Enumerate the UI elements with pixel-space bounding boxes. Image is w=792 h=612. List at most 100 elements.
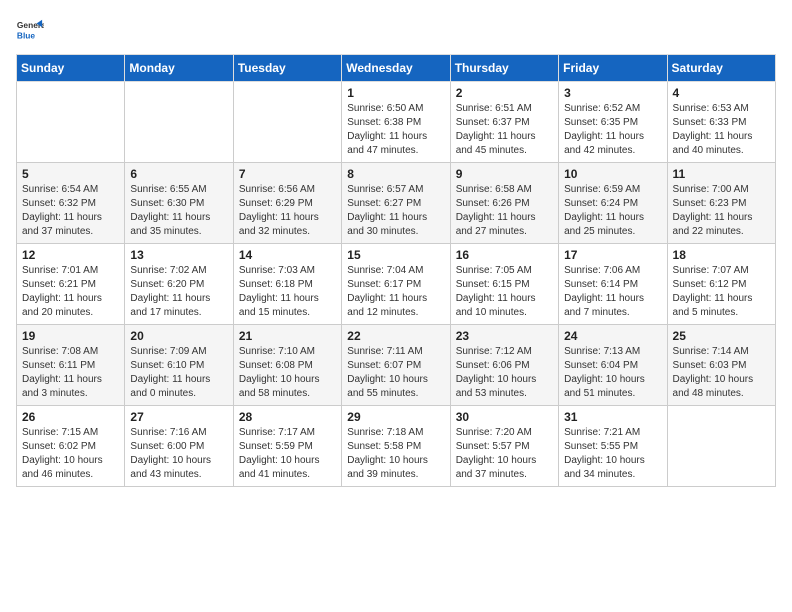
calendar-week-row: 26Sunrise: 7:15 AM Sunset: 6:02 PM Dayli… [17, 406, 776, 487]
day-info: Sunrise: 7:21 AM Sunset: 5:55 PM Dayligh… [564, 426, 661, 482]
day-info: Sunrise: 6:55 AM Sunset: 6:30 PM Dayligh… [130, 183, 227, 239]
calendar-cell: 5 Sunrise: 6:54 AM Sunset: 6:32 PM Daylig… [17, 163, 125, 244]
day-number: 11 [673, 167, 770, 181]
day-number: 6 [130, 167, 227, 181]
day-number: 13 [130, 248, 227, 262]
svg-text:Blue: Blue [17, 30, 35, 40]
day-number: 23 [456, 329, 553, 343]
day-info: Sunrise: 7:16 AM Sunset: 6:00 PM Dayligh… [130, 426, 227, 482]
calendar-week-row: 1 Sunrise: 6:50 AM Sunset: 6:38 PM Daylig… [17, 82, 776, 163]
calendar-cell: 12 Sunrise: 7:01 AM Sunset: 6:21 PM Dayli… [17, 244, 125, 325]
calendar-cell: 13 Sunrise: 7:02 AM Sunset: 6:20 PM Dayli… [125, 244, 233, 325]
day-number: 24 [564, 329, 661, 343]
calendar-table: SundayMondayTuesdayWednesdayThursdayFrid… [16, 54, 776, 487]
day-info: Sunrise: 6:54 AM Sunset: 6:32 PM Dayligh… [22, 183, 119, 239]
calendar-cell [233, 82, 341, 163]
page-header: General Blue [16, 16, 776, 44]
day-info: Sunrise: 7:15 AM Sunset: 6:02 PM Dayligh… [22, 426, 119, 482]
day-number: 28 [239, 410, 336, 424]
calendar-week-row: 12 Sunrise: 7:01 AM Sunset: 6:21 PM Dayli… [17, 244, 776, 325]
calendar-cell: 10 Sunrise: 6:59 AM Sunset: 6:24 PM Dayli… [559, 163, 667, 244]
calendar-cell: 2 Sunrise: 6:51 AM Sunset: 6:37 PM Daylig… [450, 82, 558, 163]
day-info: Sunrise: 6:50 AM Sunset: 6:38 PM Dayligh… [347, 102, 444, 158]
day-info: Sunrise: 6:52 AM Sunset: 6:35 PM Dayligh… [564, 102, 661, 158]
weekday-header: Friday [559, 55, 667, 82]
day-info: Sunrise: 7:18 AM Sunset: 5:58 PM Dayligh… [347, 426, 444, 482]
weekday-header: Saturday [667, 55, 775, 82]
weekday-header: Wednesday [342, 55, 450, 82]
day-info: Sunrise: 7:17 AM Sunset: 5:59 PM Dayligh… [239, 426, 336, 482]
calendar-cell: 30 Sunrise: 7:20 AM Sunset: 5:57 PM Dayli… [450, 406, 558, 487]
day-number: 27 [130, 410, 227, 424]
calendar-cell: 22Sunrise: 7:11 AM Sunset: 6:07 PM Dayli… [342, 325, 450, 406]
day-number: 12 [22, 248, 119, 262]
calendar-cell: 27 Sunrise: 7:16 AM Sunset: 6:00 PM Dayli… [125, 406, 233, 487]
calendar-cell: 18 Sunrise: 7:07 AM Sunset: 6:12 PM Dayli… [667, 244, 775, 325]
day-info: Sunrise: 7:10 AM Sunset: 6:08 PM Dayligh… [239, 345, 336, 401]
day-number: 30 [456, 410, 553, 424]
day-info: Sunrise: 7:02 AM Sunset: 6:20 PM Dayligh… [130, 264, 227, 320]
day-info: Sunrise: 7:00 AM Sunset: 6:23 PM Dayligh… [673, 183, 770, 239]
calendar-cell: 6 Sunrise: 6:55 AM Sunset: 6:30 PM Daylig… [125, 163, 233, 244]
calendar-week-row: 5 Sunrise: 6:54 AM Sunset: 6:32 PM Daylig… [17, 163, 776, 244]
weekday-header: Tuesday [233, 55, 341, 82]
day-info: Sunrise: 7:06 AM Sunset: 6:14 PM Dayligh… [564, 264, 661, 320]
calendar-cell: 20 Sunrise: 7:09 AM Sunset: 6:10 PM Dayli… [125, 325, 233, 406]
calendar-week-row: 19 Sunrise: 7:08 AM Sunset: 6:11 PM Dayli… [17, 325, 776, 406]
calendar-cell: 25Sunrise: 7:14 AM Sunset: 6:03 PM Dayli… [667, 325, 775, 406]
day-info: Sunrise: 7:09 AM Sunset: 6:10 PM Dayligh… [130, 345, 227, 401]
calendar-cell: 8 Sunrise: 6:57 AM Sunset: 6:27 PM Daylig… [342, 163, 450, 244]
calendar-cell [17, 82, 125, 163]
day-info: Sunrise: 6:59 AM Sunset: 6:24 PM Dayligh… [564, 183, 661, 239]
logo-icon: General Blue [16, 16, 44, 44]
day-info: Sunrise: 6:58 AM Sunset: 6:26 PM Dayligh… [456, 183, 553, 239]
calendar-cell: 24 Sunrise: 7:13 AM Sunset: 6:04 PM Dayli… [559, 325, 667, 406]
day-info: Sunrise: 6:51 AM Sunset: 6:37 PM Dayligh… [456, 102, 553, 158]
calendar-cell [125, 82, 233, 163]
day-number: 16 [456, 248, 553, 262]
calendar-cell: 11 Sunrise: 7:00 AM Sunset: 6:23 PM Dayli… [667, 163, 775, 244]
calendar-cell: 14 Sunrise: 7:03 AM Sunset: 6:18 PM Dayli… [233, 244, 341, 325]
day-info: Sunrise: 7:13 AM Sunset: 6:04 PM Dayligh… [564, 345, 661, 401]
day-number: 8 [347, 167, 444, 181]
day-info: Sunrise: 7:03 AM Sunset: 6:18 PM Dayligh… [239, 264, 336, 320]
calendar-cell: 4Sunrise: 6:53 AM Sunset: 6:33 PM Daylig… [667, 82, 775, 163]
day-number: 10 [564, 167, 661, 181]
calendar-cell: 1 Sunrise: 6:50 AM Sunset: 6:38 PM Daylig… [342, 82, 450, 163]
day-number: 17 [564, 248, 661, 262]
day-info: Sunrise: 7:08 AM Sunset: 6:11 PM Dayligh… [22, 345, 119, 401]
day-info: Sunrise: 6:57 AM Sunset: 6:27 PM Dayligh… [347, 183, 444, 239]
day-number: 15 [347, 248, 444, 262]
day-info: Sunrise: 7:04 AM Sunset: 6:17 PM Dayligh… [347, 264, 444, 320]
day-number: 14 [239, 248, 336, 262]
weekday-header: Sunday [17, 55, 125, 82]
day-number: 20 [130, 329, 227, 343]
day-number: 5 [22, 167, 119, 181]
day-number: 18 [673, 248, 770, 262]
calendar-cell [667, 406, 775, 487]
day-info: Sunrise: 6:53 AM Sunset: 6:33 PM Dayligh… [673, 102, 770, 158]
day-info: Sunrise: 7:20 AM Sunset: 5:57 PM Dayligh… [456, 426, 553, 482]
calendar-cell: 9Sunrise: 6:58 AM Sunset: 6:26 PM Daylig… [450, 163, 558, 244]
calendar-cell: 29Sunrise: 7:18 AM Sunset: 5:58 PM Dayli… [342, 406, 450, 487]
calendar-cell: 26Sunrise: 7:15 AM Sunset: 6:02 PM Dayli… [17, 406, 125, 487]
day-number: 19 [22, 329, 119, 343]
logo: General Blue [16, 16, 48, 44]
calendar-cell: 3Sunrise: 6:52 AM Sunset: 6:35 PM Daylig… [559, 82, 667, 163]
weekday-header: Monday [125, 55, 233, 82]
calendar-cell: 31 Sunrise: 7:21 AM Sunset: 5:55 PM Dayli… [559, 406, 667, 487]
day-info: Sunrise: 7:05 AM Sunset: 6:15 PM Dayligh… [456, 264, 553, 320]
day-number: 22 [347, 329, 444, 343]
day-number: 25 [673, 329, 770, 343]
day-number: 31 [564, 410, 661, 424]
day-number: 2 [456, 86, 553, 100]
day-info: Sunrise: 6:56 AM Sunset: 6:29 PM Dayligh… [239, 183, 336, 239]
day-number: 7 [239, 167, 336, 181]
day-info: Sunrise: 7:12 AM Sunset: 6:06 PM Dayligh… [456, 345, 553, 401]
day-number: 21 [239, 329, 336, 343]
day-info: Sunrise: 7:01 AM Sunset: 6:21 PM Dayligh… [22, 264, 119, 320]
day-number: 1 [347, 86, 444, 100]
calendar-cell: 21 Sunrise: 7:10 AM Sunset: 6:08 PM Dayli… [233, 325, 341, 406]
day-info: Sunrise: 7:07 AM Sunset: 6:12 PM Dayligh… [673, 264, 770, 320]
calendar-cell: 16 Sunrise: 7:05 AM Sunset: 6:15 PM Dayli… [450, 244, 558, 325]
